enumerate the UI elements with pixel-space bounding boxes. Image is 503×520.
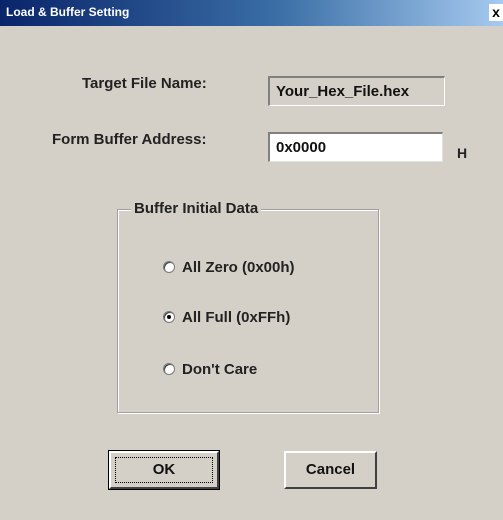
radio-option-all-zero[interactable]: All Zero (0x00h) (163, 257, 295, 277)
cancel-button-label: Cancel (305, 461, 356, 478)
cancel-button[interactable]: Cancel (284, 451, 377, 489)
close-button[interactable]: x (489, 4, 503, 21)
title-bar[interactable]: Load & Buffer Setting (0, 0, 503, 26)
ok-button-label: OK (152, 461, 176, 478)
buffer-address-input[interactable]: 0x0000 (268, 132, 443, 162)
initial-data-group-title: Buffer Initial Data (131, 200, 262, 217)
radio-option-label: All Full (0xFFh) (182, 308, 291, 326)
radio-button-checked-icon[interactable] (163, 311, 175, 323)
target-file-label: Target File Name: (82, 75, 207, 92)
ok-button[interactable]: OK (108, 450, 220, 490)
load-buffer-dialog: Load & Buffer Setting x Target File Name… (0, 0, 503, 520)
radio-option-all-full[interactable]: All Full (0xFFh) (163, 307, 290, 327)
window-title: Load & Buffer Setting (6, 5, 130, 19)
radio-option-label: Don't Care (182, 360, 258, 378)
target-file-field: Your_Hex_File.hex (268, 76, 445, 106)
hex-suffix-label: H (457, 145, 468, 161)
radio-option-dont-care[interactable]: Don't Care (163, 359, 257, 379)
radio-button-icon[interactable] (163, 363, 175, 375)
buffer-address-label: Form Buffer Address: (52, 131, 207, 148)
radio-option-label: All Zero (0x00h) (182, 258, 295, 276)
radio-button-icon[interactable] (163, 261, 175, 273)
